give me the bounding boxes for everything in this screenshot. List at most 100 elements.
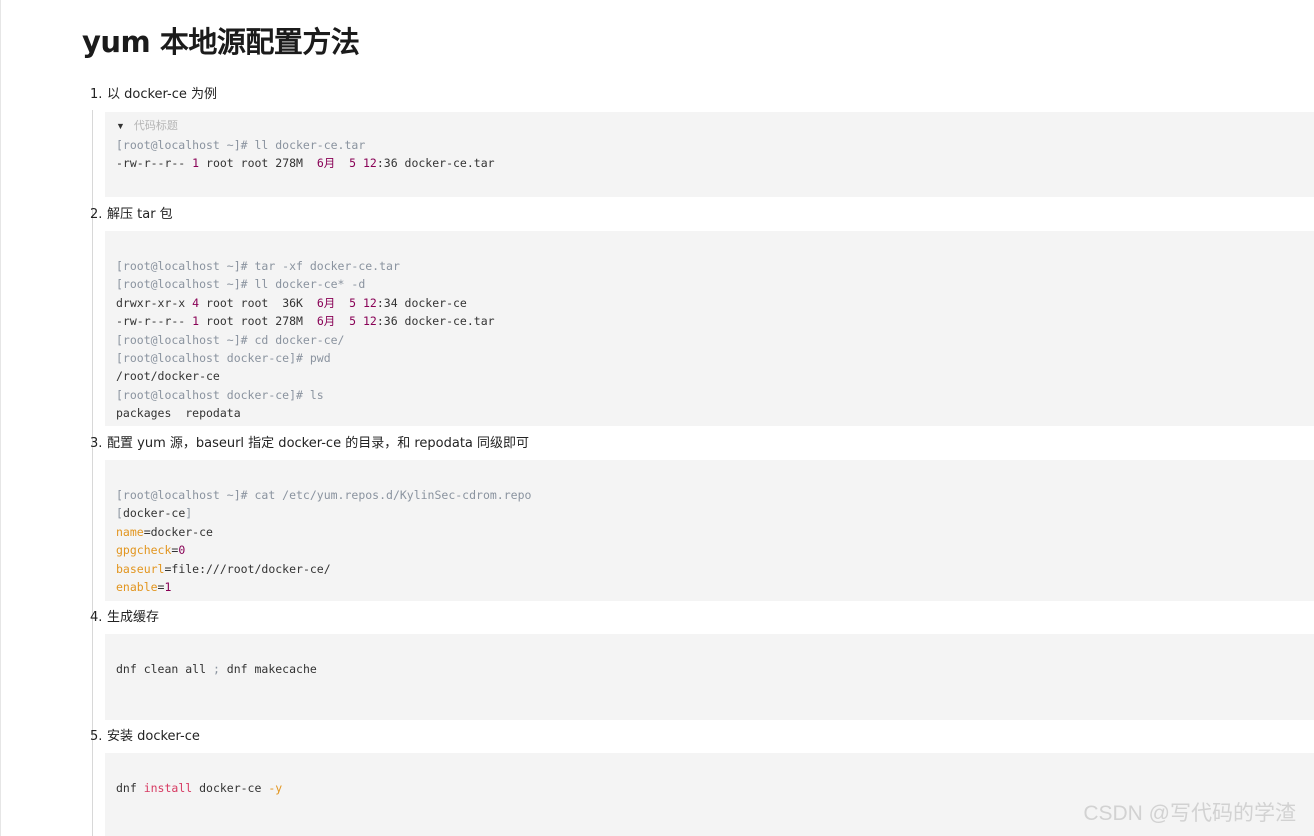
code-token: [root@localhost docker-ce]	[116, 350, 297, 365]
code-lines: [root@localhost ~]# ll docker-ce.tar -rw-…	[116, 136, 1314, 173]
csdn-watermark: CSDN @写代码的学渣	[1083, 802, 1296, 825]
code-token: 5	[349, 156, 357, 171]
code-token: [root@localhost ~]	[116, 259, 241, 273]
step-1: 1. 以 docker-ce 为例	[90, 86, 217, 104]
code-block-2[interactable]: [root@localhost ~]# tar -xf docker-ce.ta…	[105, 231, 1314, 426]
code-line: [root@localhost ~]# ll docker-ce.tar	[116, 136, 1314, 154]
code-token: [root@localhost ~]	[116, 138, 241, 152]
step-text: 安装 docker-ce	[107, 729, 200, 744]
code-caption-text: 代码标题	[133, 120, 178, 132]
step-number: 5.	[90, 729, 103, 744]
step-3: 3. 配置 yum 源，baseurl 指定 docker-ce 的目录，和 re…	[90, 435, 529, 453]
code-line: dnf clean all ; dnf makecache	[116, 660, 1314, 678]
code-token: baseurl	[116, 561, 165, 576]
step-5: 5. 安装 docker-ce	[90, 728, 200, 746]
code-token: dnf makecache	[219, 662, 317, 676]
step-text: 解压 tar 包	[107, 207, 173, 222]
code-token: 5	[349, 295, 357, 310]
step-4: 4. 生成缓存	[90, 609, 159, 627]
code-token: :36 docker-ce.tar	[376, 156, 495, 171]
code-line: [root@localhost ~]# cat /etc/yum.repos.d…	[116, 486, 1314, 504]
code-token: root root 278M	[199, 314, 317, 329]
code-token: =docker-ce	[143, 524, 213, 539]
code-token: ;	[212, 662, 220, 676]
step-number: 1.	[90, 87, 103, 102]
code-token: :36 docker-ce.tar	[376, 314, 495, 329]
code-block-1[interactable]: ▼ 代码标题 [root@localhost ~]# ll docker-ce.t…	[105, 112, 1314, 197]
code-line: [docker-ce]	[116, 504, 1314, 522]
code-token: [root@localhost ~]	[116, 332, 241, 347]
code-token: 6月	[316, 314, 336, 329]
code-token: # tar -xf docker-ce.tar	[240, 259, 400, 273]
code-lines: [root@localhost ~]# cat /etc/yum.repos.d…	[116, 486, 1314, 596]
code-line: name=docker-ce	[116, 523, 1314, 541]
code-token: packages repodata	[116, 406, 241, 421]
code-line: [root@localhost ~]# tar -xf docker-ce.ta…	[116, 257, 1314, 275]
step-text: 配置 yum 源，baseurl 指定 docker-ce 的目录，和 repo…	[107, 436, 530, 451]
code-token: dnf clean all	[116, 662, 213, 676]
collapse-triangle-icon[interactable]: ▼	[116, 121, 125, 131]
code-line: -rw-r--r-- 1 root root 278M 6月 5 12:36 d…	[116, 154, 1314, 172]
code-token: [root@localhost docker-ce]	[116, 387, 297, 402]
code-token: ]	[185, 506, 193, 521]
code-token: 6月	[316, 295, 336, 310]
code-line: /root/docker-ce	[116, 367, 1314, 385]
code-token: drwxr-xr-x	[116, 295, 193, 310]
code-token: # pwd	[296, 350, 331, 365]
step-text: 生成缓存	[107, 610, 160, 625]
step-number: 4.	[90, 610, 103, 625]
code-token: -rw-r--r--	[116, 156, 193, 171]
code-line: dnf install docker-ce -y	[116, 779, 1314, 797]
code-block-3[interactable]: [root@localhost ~]# cat /etc/yum.repos.d…	[105, 460, 1314, 601]
code-token: 1	[164, 579, 172, 594]
code-token: dnf	[116, 781, 144, 795]
code-token: [root@localhost ~]	[116, 488, 241, 502]
code-token: [root@localhost ~]	[116, 277, 241, 292]
code-line: [root@localhost ~]# ll docker-ce* -d	[116, 275, 1314, 293]
code-token: -rw-r--r--	[116, 314, 193, 329]
code-token: -y	[268, 781, 283, 795]
code-token: # ls	[296, 387, 324, 402]
code-token: root root 36K	[199, 295, 317, 310]
code-token: install	[143, 781, 193, 795]
code-token: [	[116, 506, 123, 521]
code-lines: dnf install docker-ce -y	[116, 779, 1314, 797]
code-lines: [root@localhost ~]# tar -xf docker-ce.ta…	[116, 257, 1314, 423]
code-token: name	[116, 524, 144, 539]
step-number: 2.	[90, 207, 103, 222]
code-line: [root@localhost ~]# cd docker-ce/	[116, 331, 1314, 349]
code-line: [root@localhost docker-ce]# ls	[116, 386, 1314, 404]
step-number: 3.	[90, 436, 103, 451]
code-token: :34 docker-ce	[376, 295, 467, 310]
code-token: 12	[362, 295, 377, 310]
code-block-4[interactable]: dnf clean all ; dnf makecache	[105, 634, 1314, 720]
code-line: -rw-r--r-- 1 root root 278M 6月 5 12:36 d…	[116, 312, 1314, 330]
code-caption[interactable]: ▼ 代码标题	[116, 116, 1314, 136]
code-token: # cat /etc/yum.repos.d/KylinSec-cdrom.re…	[240, 488, 532, 502]
code-token: docker-ce	[192, 781, 269, 795]
code-line: drwxr-xr-x 4 root root 36K 6月 5 12:34 do…	[116, 294, 1314, 312]
code-token: 0	[178, 543, 186, 558]
code-line: [root@localhost docker-ce]# pwd	[116, 349, 1314, 367]
code-token: /root/docker-ce	[116, 369, 220, 384]
code-token: =file:///root/docker-ce/	[164, 561, 331, 576]
code-lines: dnf clean all ; dnf makecache	[116, 660, 1314, 678]
code-line: baseurl=file:///root/docker-ce/	[116, 560, 1314, 578]
code-token: 12	[362, 156, 377, 171]
code-line: packages repodata	[116, 404, 1314, 422]
code-token: 6月	[316, 156, 336, 171]
code-token: # ll docker-ce* -d	[240, 277, 366, 292]
code-token: gpgcheck	[116, 543, 172, 558]
code-token: # ll docker-ce.tar	[240, 138, 366, 152]
code-token: enable	[116, 579, 158, 594]
code-line: enable=1	[116, 578, 1314, 596]
code-token: 12	[362, 314, 377, 329]
code-token: 5	[349, 314, 357, 329]
code-line: gpgcheck=0	[116, 541, 1314, 559]
page-left-border	[0, 0, 1, 836]
